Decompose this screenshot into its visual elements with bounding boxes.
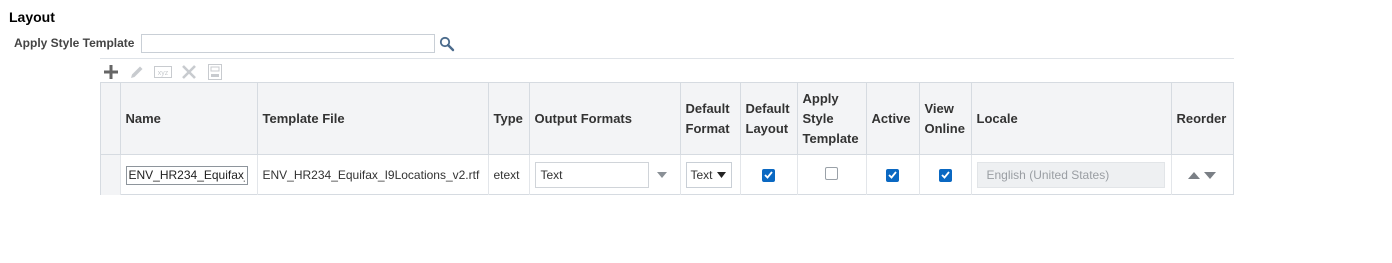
header-line: Apply	[802, 90, 839, 106]
apply-style-template-label: Apply Style Template	[14, 36, 135, 50]
column-header-name[interactable]: Name	[120, 83, 258, 155]
table-row[interactable]: ENV_HR234_Equifax_I9Locations_v2.rtf ete…	[101, 154, 1233, 196]
edit-icon[interactable]	[128, 63, 146, 81]
save-icon[interactable]	[206, 63, 224, 81]
move-down-icon[interactable]	[1204, 171, 1217, 179]
column-header-output-formats[interactable]: Output Formats	[529, 83, 681, 155]
divider	[100, 58, 1234, 59]
move-up-icon[interactable]	[1188, 171, 1201, 179]
column-header-type[interactable]: Type	[488, 83, 530, 155]
chevron-down-icon[interactable]	[656, 172, 667, 178]
default-format-value: Text	[690, 168, 713, 182]
apply-style-template-cell	[797, 154, 867, 195]
output-formats-select[interactable]: Text	[534, 162, 649, 188]
apply-style-template-checkbox[interactable]	[825, 167, 838, 180]
column-header-default-format[interactable]: Default Format	[680, 83, 741, 155]
name-cell	[120, 154, 258, 195]
active-cell	[866, 154, 920, 195]
apply-style-template-input[interactable]	[141, 34, 435, 53]
column-header-view-online[interactable]: View Online	[919, 83, 972, 155]
column-header-default-layout[interactable]: Default Layout	[740, 83, 798, 155]
header-line: Online	[924, 120, 965, 136]
header-line: Default	[685, 100, 730, 116]
add-icon[interactable]	[102, 63, 120, 81]
toolbar: xyz	[102, 63, 232, 81]
search-icon[interactable]	[439, 36, 455, 52]
column-header-active[interactable]: Active	[866, 83, 920, 155]
template-file-cell: ENV_HR234_Equifax_I9Locations_v2.rtf	[257, 154, 489, 195]
default-layout-cell	[740, 154, 798, 195]
delete-icon[interactable]	[180, 63, 198, 81]
section-title: Layout	[9, 9, 55, 25]
header-line: Style	[802, 110, 834, 126]
active-checkbox[interactable]	[886, 168, 899, 182]
row-selector[interactable]	[101, 154, 121, 195]
header-line: View	[924, 100, 954, 116]
locale-cell: English (United States)	[971, 154, 1172, 195]
row-selector-header	[101, 83, 121, 155]
reorder-cell	[1171, 155, 1233, 196]
default-format-select[interactable]: Text	[685, 162, 732, 188]
locale-field: English (United States)	[976, 162, 1165, 188]
header-line: Template	[802, 130, 859, 146]
column-header-template-file[interactable]: Template File	[257, 83, 489, 155]
default-format-cell: Text	[680, 154, 741, 195]
view-online-cell	[919, 154, 972, 195]
layout-table: Name Template File Type Output Formats D…	[100, 82, 1234, 195]
output-formats-cell: Text	[529, 154, 681, 195]
type-cell: etext	[488, 154, 530, 195]
default-layout-checkbox[interactable]	[762, 168, 775, 182]
header-line: Layout	[745, 120, 789, 136]
xyz-icon[interactable]: xyz	[154, 63, 172, 81]
header-line: Format	[685, 120, 730, 136]
chevron-down-icon	[716, 172, 726, 178]
view-online-checkbox[interactable]	[938, 168, 952, 182]
column-header-locale[interactable]: Locale	[971, 83, 1172, 155]
svg-text:xyz: xyz	[158, 70, 169, 77]
header-line: Default	[745, 100, 790, 116]
column-header-reorder[interactable]: Reorder	[1171, 83, 1233, 155]
column-header-apply-style-template[interactable]: Apply Style Template	[797, 83, 867, 155]
name-input[interactable]	[125, 165, 248, 185]
